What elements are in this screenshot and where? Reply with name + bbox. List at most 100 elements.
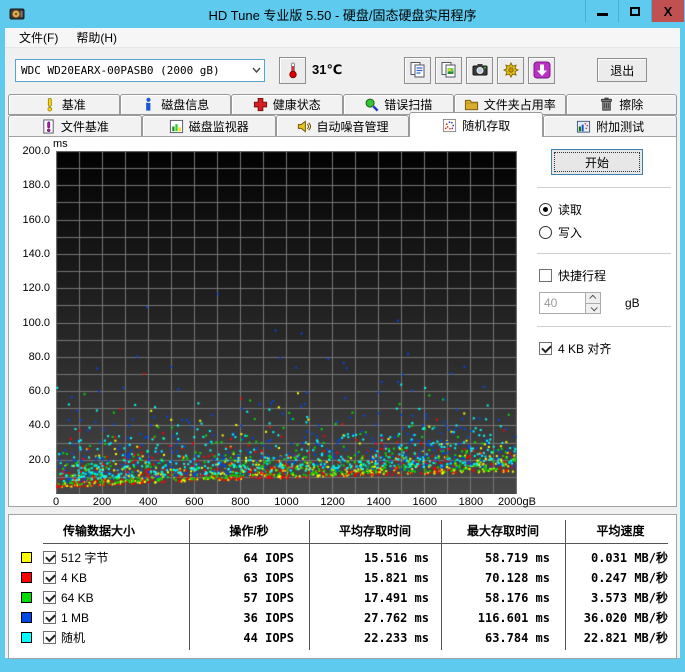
short-stroke-checkbox[interactable]: 快捷行程 xyxy=(539,267,671,284)
tab-label: 附加测试 xyxy=(596,119,645,134)
read-radio[interactable]: 读取 xyxy=(539,201,671,218)
thermometer-icon xyxy=(288,62,297,79)
tab-benchmark[interactable]: 基准 xyxy=(8,94,120,115)
tab-aam[interactable]: 自动噪音管理 xyxy=(275,115,410,137)
menu-help[interactable]: 帮助(H) xyxy=(68,27,125,48)
separator xyxy=(537,187,671,189)
checkbox-checked-icon xyxy=(539,342,552,355)
update-button[interactable] xyxy=(528,56,556,84)
hd-tune-window: HD Tune 专业版 5.50 - 硬盘/固态硬盘实用程序 X 文件(F) 帮… xyxy=(0,0,685,672)
y-tick-label: 140.0 xyxy=(22,247,50,260)
temperature-button[interactable] xyxy=(279,56,306,84)
tab-label: 错误扫描 xyxy=(384,98,433,112)
y-tick-label: 160.0 xyxy=(22,213,50,226)
tab-health[interactable]: 健康状态 xyxy=(231,94,343,115)
radio-icon xyxy=(539,203,552,216)
tab-erase[interactable]: 擦除 xyxy=(565,94,677,115)
write-radio[interactable]: 写入 xyxy=(539,224,671,241)
separator xyxy=(537,253,671,255)
tab-row-1: 基准 磁盘信息 健康状态 错误扫描 文件夹占用率 擦除 xyxy=(8,94,677,115)
window-title: HD Tune 专业版 5.50 - 硬盘/固态硬盘实用程序 xyxy=(208,7,477,23)
spin-down-button[interactable] xyxy=(586,302,600,313)
close-button[interactable]: X xyxy=(651,0,684,22)
drive-select[interactable]: WDC WD20EARX-00PASB0 (2000 gB) xyxy=(15,58,265,82)
series-checkbox[interactable] xyxy=(43,611,56,624)
y-tick-label: 60.0 xyxy=(28,385,50,398)
y-tick-label: 100.0 xyxy=(22,316,50,329)
value-speed: 36.020 MB/秒 xyxy=(583,611,668,625)
value-max: 70.128 ms xyxy=(484,570,550,585)
table-row: 1 MB 36 IOPS 27.762 ms 116.601 ms 36.020 MB/… xyxy=(9,608,676,627)
x-tick-label: 800 xyxy=(231,496,250,508)
header-underline xyxy=(43,543,668,544)
series-label: 512 字节 xyxy=(61,551,109,565)
tab-random-access[interactable]: 随机存取 xyxy=(409,112,544,137)
value-ops: 36 IOPS xyxy=(243,610,294,625)
copy-image-icon xyxy=(440,61,458,79)
table-row: 512 字节 64 IOPS 15.516 ms 58.719 ms 0.031 MB/… xyxy=(9,548,676,567)
y-tick-label: 120.0 xyxy=(22,282,50,295)
tab-label: 基准 xyxy=(61,98,86,112)
trash-icon xyxy=(599,97,614,112)
radio-icon xyxy=(539,226,552,239)
value-max: 63.784 ms xyxy=(484,630,550,645)
screenshot-button[interactable] xyxy=(466,56,494,84)
tab-disk-info[interactable]: 磁盘信息 xyxy=(119,94,231,115)
minimize-icon xyxy=(596,12,608,16)
value-ops: 64 IOPS xyxy=(243,550,294,565)
tab-label: 磁盘信息 xyxy=(161,98,210,112)
series-color-swatch xyxy=(21,592,32,603)
exclamation-icon xyxy=(42,97,57,112)
tab-row-2: 文件基准 磁盘监视器 自动噪音管理 随机存取 附加测试 xyxy=(8,112,677,137)
exit-button[interactable]: 退出 xyxy=(597,58,648,82)
copy-image-button[interactable] xyxy=(435,56,463,84)
spin-up-button[interactable] xyxy=(586,293,600,303)
short-stroke-label: 快捷行程 xyxy=(558,269,607,283)
align-4kb-label: 4 KB 对齐 xyxy=(558,342,612,356)
short-stroke-size-input[interactable] xyxy=(539,292,585,314)
y-axis-unit-label: ms xyxy=(53,138,68,150)
value-avg: 27.762 ms xyxy=(363,610,429,625)
menu-file[interactable]: 文件(F) xyxy=(11,27,66,48)
camera-icon xyxy=(471,61,489,79)
panel-gap xyxy=(5,507,680,514)
x-tick-label: 1000 xyxy=(274,496,299,508)
tab-label: 磁盘监视器 xyxy=(188,119,249,134)
separator xyxy=(537,326,671,328)
series-checkbox[interactable] xyxy=(43,631,56,644)
x-tick-label: 1600 xyxy=(412,496,438,508)
maximize-button[interactable] xyxy=(618,0,651,22)
tab-disk-monitor[interactable]: 磁盘监视器 xyxy=(141,115,276,137)
series-checkbox[interactable] xyxy=(43,571,56,584)
value-speed: 22.821 MB/秒 xyxy=(583,631,668,645)
toolbar-buttons xyxy=(404,56,556,84)
copy-text-button[interactable] xyxy=(404,56,432,84)
table-row: 4 KB 63 IOPS 15.821 ms 70.128 ms 0.247 MB/秒 xyxy=(9,568,676,587)
spinner-buttons xyxy=(585,292,601,314)
start-button[interactable]: 开始 xyxy=(551,149,643,175)
header-transfer-size: 传输数据大小 xyxy=(62,524,135,538)
scatter-icon xyxy=(442,118,457,133)
tab-extra-tests[interactable]: 附加测试 xyxy=(543,115,677,137)
short-stroke-size: gB xyxy=(539,292,671,314)
header-max-access: 最大存取时间 xyxy=(466,524,539,538)
results-table-panel: 传输数据大小 操作/秒 平均存取时间 最大存取时间 平均速度 512 字节 64 … xyxy=(8,514,677,659)
series-checkbox[interactable] xyxy=(43,591,56,604)
series-checkbox[interactable] xyxy=(43,551,56,564)
series-label: 随机 xyxy=(61,631,86,645)
value-avg: 15.516 ms xyxy=(363,550,429,565)
align-4kb-checkbox[interactable]: 4 KB 对齐 xyxy=(539,340,671,357)
x-tick-label: 600 xyxy=(185,496,204,508)
value-max: 58.719 ms xyxy=(484,550,550,565)
x-tick-label: 1400 xyxy=(366,496,391,508)
options-button[interactable] xyxy=(497,56,525,84)
window-content: 文件(F) 帮助(H) WDC WD20EARX-00PASB0 (2000 g… xyxy=(5,27,680,659)
value-speed: 0.247 MB/秒 xyxy=(590,571,668,585)
tab-label: 文件夹占用率 xyxy=(483,98,556,112)
tab-label: 自动噪音管理 xyxy=(316,119,389,134)
series-color-swatch xyxy=(21,572,32,583)
tab-file-benchmark[interactable]: 文件基准 xyxy=(8,115,142,137)
window-controls: X xyxy=(585,0,684,22)
magnifier-icon xyxy=(364,97,379,112)
minimize-button[interactable] xyxy=(585,0,618,22)
